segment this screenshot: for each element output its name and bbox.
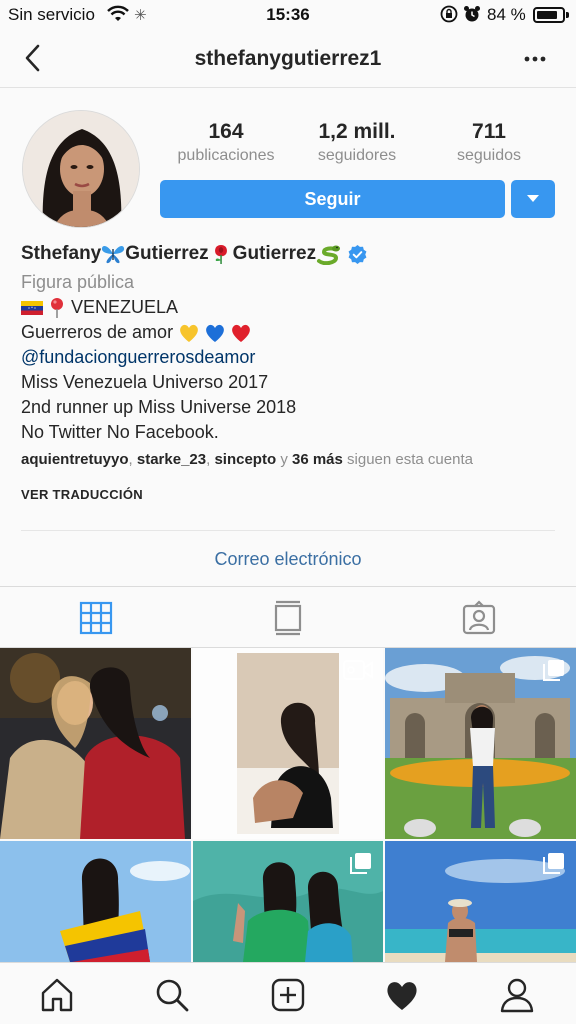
post-thumbnail[interactable] <box>0 648 191 839</box>
avatar-photo <box>23 111 139 227</box>
post-thumbnail[interactable] <box>193 841 383 962</box>
new-post-icon[interactable] <box>270 977 306 1013</box>
profile-bio: Sthefany Gutierrez Gutierrez Figura públ… <box>21 240 566 445</box>
bio-guerreros-line: Guerreros de amor <box>21 320 566 345</box>
followed-by-user-3[interactable]: sincepto <box>214 451 276 468</box>
bottom-tab-bar <box>0 962 576 1024</box>
bio-location-line: VENEZUELA <box>21 295 566 320</box>
venezuela-flag-icon <box>21 301 43 316</box>
hearts-emoji-icon <box>180 325 250 343</box>
bio-location: VENEZUELA <box>71 297 179 317</box>
post-thumbnail[interactable] <box>193 648 383 839</box>
status-bar: Sin servicio ✳ 15:36 84 % <box>0 0 576 30</box>
followed-by-and: y <box>280 451 288 468</box>
stat-posts: 164 publicaciones <box>161 120 291 165</box>
see-translation-button[interactable]: VER TRADUCCIÓN <box>21 487 143 502</box>
post-photo-flag <box>0 841 191 962</box>
activity-heart-icon[interactable] <box>384 977 420 1013</box>
stat-followers[interactable]: 1,2 mill. seguidores <box>292 120 422 165</box>
posts-grid <box>0 648 576 962</box>
profile-tabs <box>0 586 576 648</box>
carousel-post-icon <box>543 853 564 874</box>
verified-badge-icon <box>348 244 367 264</box>
stat-posts-label: publicaciones <box>177 147 275 164</box>
search-icon[interactable] <box>154 977 190 1013</box>
grid-view-tab-icon[interactable] <box>78 600 114 636</box>
followed-by-text[interactable]: aquientretuyyo, starke_23, sincepto y 36… <box>21 451 473 468</box>
bio-line-social: No Twitter No Facebook. <box>21 422 219 442</box>
stat-followers-label: seguidores <box>317 147 397 164</box>
post-thumbnail[interactable] <box>0 841 191 962</box>
bio-line-runner-up: 2nd runner up Miss Universe 2018 <box>21 397 297 417</box>
followed-by-suffix: siguen esta cuenta <box>347 451 473 468</box>
name-part-2: Gutierrez <box>125 243 209 264</box>
stat-following-label: seguidos <box>456 147 522 164</box>
orientation-lock-icon <box>440 5 458 23</box>
carousel-post-icon <box>350 853 371 874</box>
alarm-icon <box>464 6 480 22</box>
more-options-icon[interactable] <box>522 48 548 70</box>
butterfly-emoji-icon <box>102 246 125 264</box>
stat-following[interactable]: 711 seguidos <box>424 120 554 165</box>
bio-mention-link[interactable]: @fundacionguerrerosdeamor <box>21 345 566 370</box>
caret-down-icon <box>527 195 539 202</box>
email-contact-button[interactable]: Correo electrónico <box>21 530 555 586</box>
header-username: sthefanygutierrez1 <box>194 47 382 70</box>
video-post-icon <box>343 660 373 680</box>
post-thumbnail[interactable] <box>385 841 576 962</box>
profile-icon[interactable] <box>499 977 535 1013</box>
pin-emoji-icon <box>51 298 64 319</box>
battery-percentage: 84 % <box>487 5 526 24</box>
home-icon[interactable] <box>39 977 75 1013</box>
followed-by-separator: , <box>128 451 137 468</box>
follow-button[interactable]: Seguir <box>160 180 505 218</box>
nav-header: sthefanygutierrez1 <box>0 30 576 88</box>
tagged-tab-icon[interactable] <box>461 600 497 636</box>
name-part-3: Gutierrez <box>232 243 317 264</box>
post-photo-hug <box>0 648 191 839</box>
carousel-post-icon <box>543 660 564 681</box>
battery-icon <box>533 7 565 23</box>
followed-by-user-2[interactable]: starke_23 <box>137 451 206 468</box>
followed-by-more[interactable]: 36 más <box>292 451 343 468</box>
snake-emoji-icon <box>317 245 341 265</box>
profile-category: Figura pública <box>21 272 135 292</box>
profile-avatar[interactable] <box>22 110 140 228</box>
battery-tip <box>566 12 569 18</box>
followed-by-user-1[interactable]: aquientretuyyo <box>21 451 129 468</box>
stat-following-value: 711 <box>472 120 506 143</box>
suggested-dropdown-button[interactable] <box>511 180 555 218</box>
feed-view-tab-icon[interactable] <box>270 600 306 636</box>
profile-full-name: Sthefany Gutierrez Gutierrez <box>21 240 566 268</box>
bio-guerreros: Guerreros de amor <box>21 322 174 342</box>
stat-followers-value: 1,2 mill. <box>318 120 396 143</box>
bio-line-miss: Miss Venezuela Universo 2017 <box>21 372 269 392</box>
stat-posts-value: 164 <box>208 120 244 143</box>
rose-emoji-icon <box>214 245 227 264</box>
name-part-1: Sthefany <box>21 243 102 264</box>
post-thumbnail[interactable] <box>385 648 576 839</box>
